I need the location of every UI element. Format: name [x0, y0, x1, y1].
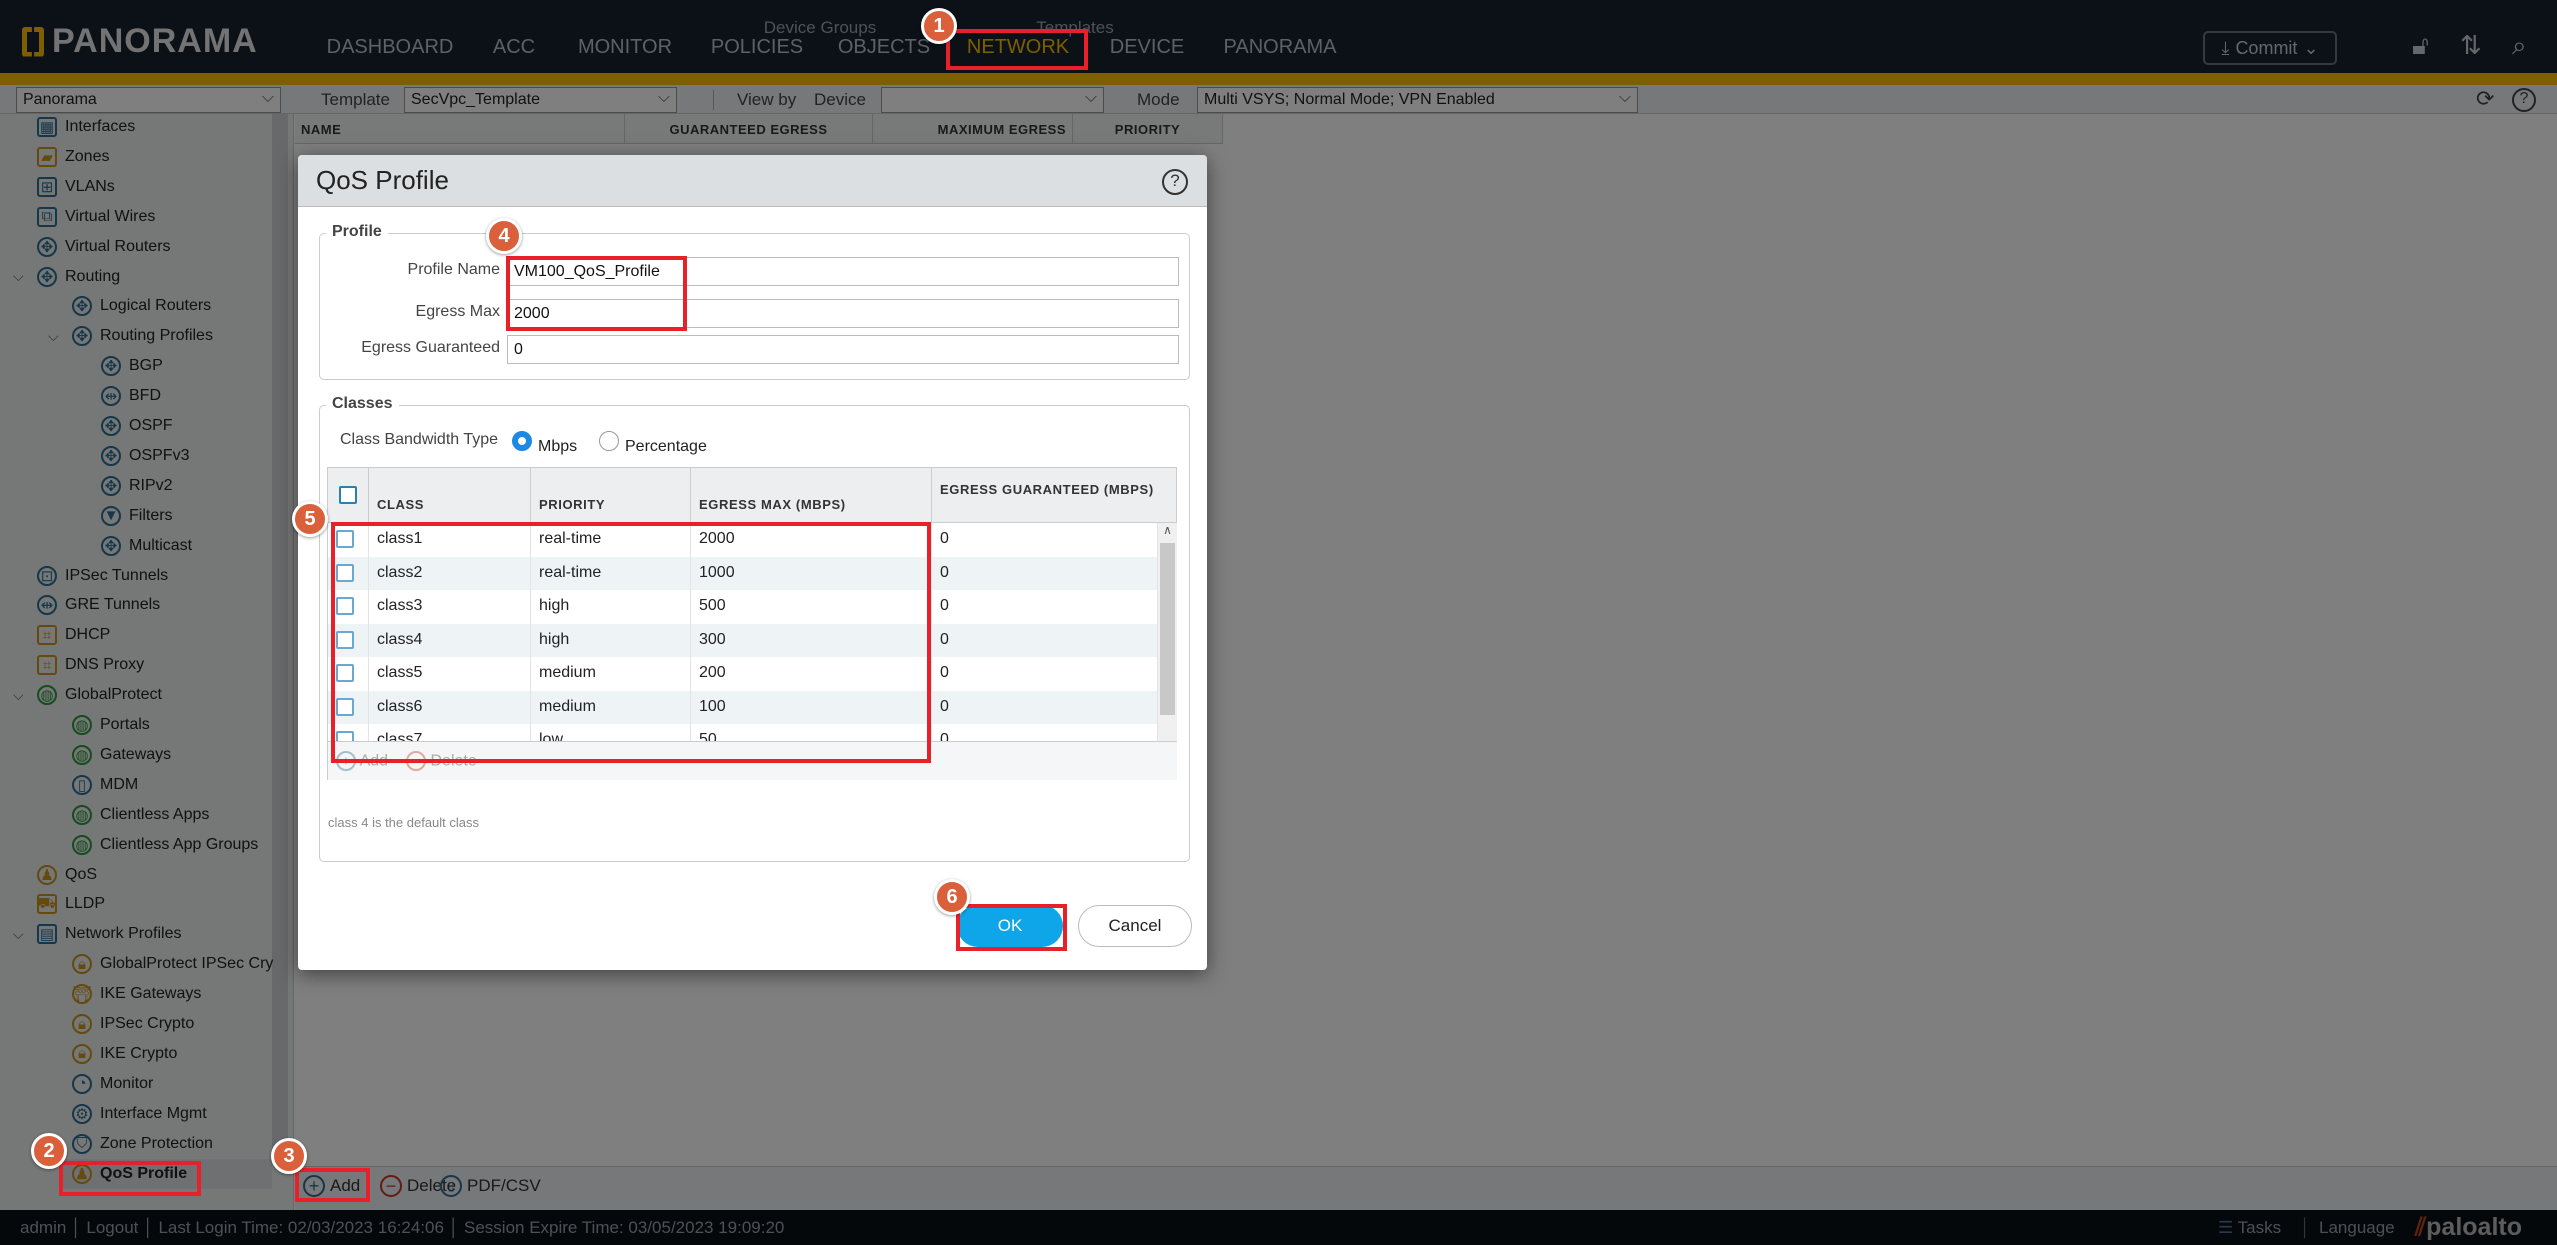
cell-egress-guaranteed[interactable]: 0 — [932, 590, 1158, 624]
profile-legend: Profile — [326, 223, 388, 241]
annotation-marker: 5 — [292, 501, 328, 537]
column-egress-max[interactable]: EGRESS MAX (MBPS) — [691, 468, 932, 523]
classes-legend: Classes — [326, 395, 399, 413]
annotation-box-ok — [956, 904, 1067, 951]
select-all-checkbox[interactable] — [339, 486, 357, 504]
cell-egress-guaranteed[interactable]: 0 — [932, 690, 1158, 724]
cell-egress-guaranteed[interactable]: 0 — [932, 623, 1158, 657]
annotation-box-classes — [331, 522, 931, 763]
egress-max-label: Egress Max — [415, 303, 500, 320]
column-priority[interactable]: PRIORITY — [531, 468, 691, 523]
grid-scrollbar[interactable]: ∧ ∨ — [1158, 523, 1177, 757]
cell-egress-guaranteed[interactable]: 0 — [932, 556, 1158, 590]
annotation-marker: 1 — [921, 8, 957, 44]
annotation-marker: 4 — [486, 218, 522, 254]
profile-name-label: Profile Name — [407, 261, 500, 278]
column-class[interactable]: CLASS — [369, 468, 531, 523]
annotation-marker: 6 — [934, 879, 970, 915]
annotation-box-network — [946, 29, 1088, 70]
percentage-label: Percentage — [625, 438, 707, 455]
default-class-note: class 4 is the default class — [328, 815, 480, 830]
percentage-radio[interactable] — [599, 431, 619, 451]
annotation-box-add — [295, 1168, 370, 1202]
egress-guaranteed-input[interactable]: 0 — [507, 335, 1179, 364]
annotation-box-qos-profile — [59, 1161, 201, 1196]
annotation-marker: 3 — [271, 1138, 307, 1174]
help-icon[interactable]: ? — [1162, 169, 1188, 195]
cancel-button[interactable]: Cancel — [1078, 905, 1192, 947]
cell-egress-guaranteed[interactable]: 0 — [932, 657, 1158, 691]
annotation-marker: 2 — [31, 1133, 67, 1169]
cell-egress-guaranteed[interactable]: 0 — [932, 523, 1158, 557]
mbps-label: Mbps — [538, 438, 578, 455]
scroll-up-icon[interactable]: ∧ — [1158, 523, 1177, 537]
annotation-box-profile-fields — [506, 256, 687, 331]
egress-guaranteed-label: Egress Guaranteed — [361, 339, 500, 356]
dialog-title: QoS Profile — [298, 155, 1207, 207]
column-egress-guaranteed[interactable]: EGRESS GUARANTEED (MBPS) — [932, 468, 1177, 523]
mbps-radio[interactable] — [512, 431, 532, 451]
bandwidth-type-label: Class Bandwidth Type — [340, 431, 499, 448]
